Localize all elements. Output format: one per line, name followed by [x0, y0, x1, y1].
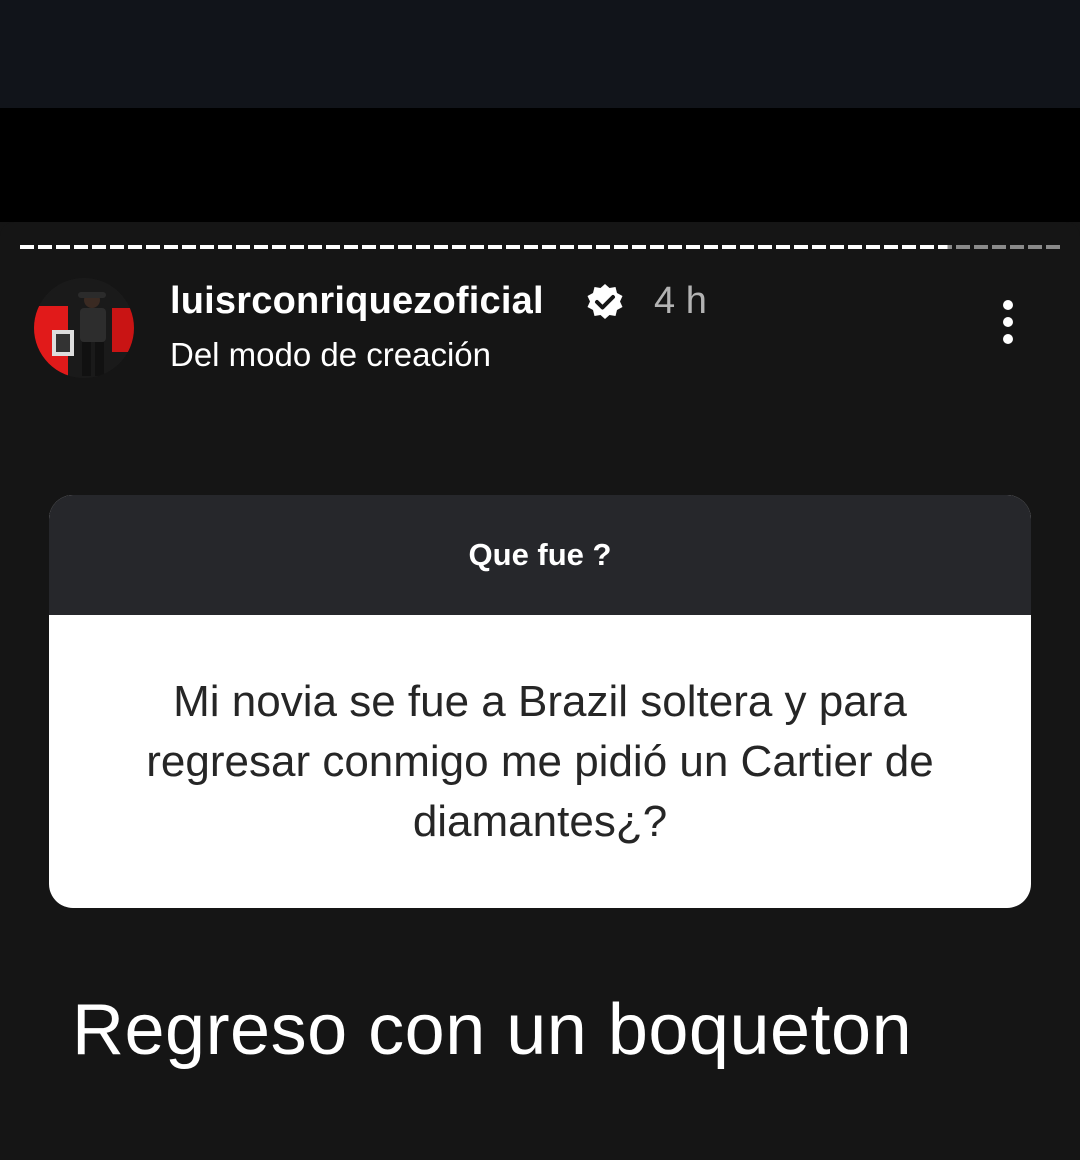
- more-vertical-icon[interactable]: [988, 296, 1028, 348]
- avatar-image: [34, 278, 134, 378]
- status-bar-area: [0, 0, 1080, 108]
- verified-badge-icon: [587, 284, 623, 319]
- story-subtitle[interactable]: Del modo de creación: [170, 334, 491, 376]
- story-progress-segment: [20, 245, 1062, 249]
- question-prompt: Que fue ?: [49, 495, 1031, 615]
- story-progress-bar: [20, 245, 1062, 249]
- question-sticker: Que fue ? Mi novia se fue a Brazil solte…: [49, 495, 1031, 908]
- username[interactable]: luisrconriquezoficial: [170, 278, 544, 324]
- avatar[interactable]: [34, 278, 134, 378]
- post-time: 4 h: [654, 280, 707, 322]
- question-text: Mi novia se fue a Brazil soltera y para …: [146, 676, 934, 846]
- story-viewer[interactable]: luisrconriquezoficial 4 h Del modo de cr…: [0, 222, 1080, 1160]
- answer-text: Regreso con un boqueton: [72, 990, 913, 1070]
- top-band: [0, 108, 1080, 222]
